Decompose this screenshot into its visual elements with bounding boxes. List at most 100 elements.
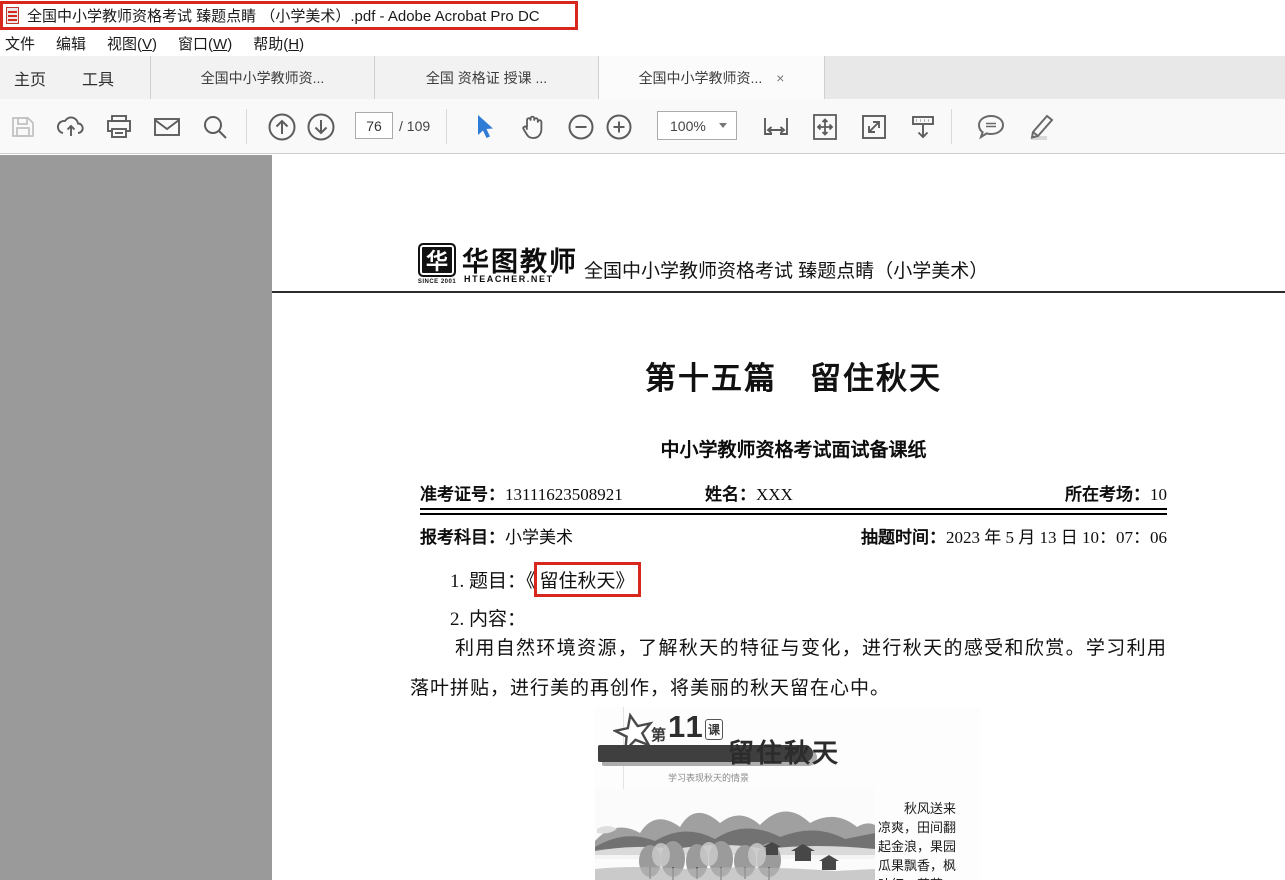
- fullscreen-icon: [860, 113, 888, 141]
- form-row-1: 准考证号：13111623508921 姓名：XXX 所在考场：10: [420, 480, 1167, 505]
- chevron-down-icon: [719, 123, 727, 128]
- zoom-level-dropdown[interactable]: 100%: [657, 111, 737, 140]
- fullscreen-button[interactable]: [855, 108, 893, 146]
- zoom-in-button[interactable]: [600, 108, 638, 146]
- email-icon: [152, 115, 182, 139]
- tab-bar: 主页 工具 全国中小学教师资... 全国 资格证 授课 ... 全国中小学教师资…: [0, 56, 1285, 99]
- search-button[interactable]: [196, 108, 234, 146]
- pdf-file-icon: [6, 7, 19, 24]
- side-text-line: 秋风送来: [878, 799, 976, 818]
- fit-page-icon: [811, 112, 839, 142]
- search-icon: [201, 113, 229, 141]
- share-button[interactable]: [52, 108, 90, 146]
- next-page-button[interactable]: [302, 108, 340, 146]
- draw-time-value: 2023 年 5 月 13 日 10：07：06: [946, 528, 1167, 547]
- main-toolbar: / 109 100%: [0, 99, 1285, 154]
- page-up-icon: [267, 112, 297, 142]
- menu-view[interactable]: 视图(V): [107, 31, 168, 56]
- zoom-out-button[interactable]: [562, 108, 600, 146]
- admission-number-value: 13111623508921: [505, 485, 623, 504]
- highlight-button[interactable]: [1021, 108, 1059, 146]
- document-viewport: 华 SINCE 2001 华图教师 HTEACHER.NET 全国中小学教师资格…: [0, 155, 1285, 880]
- fit-width-button[interactable]: [757, 108, 795, 146]
- menu-edit[interactable]: 编辑: [56, 31, 97, 56]
- document-tab-2[interactable]: 全国 资格证 授课 ...: [374, 56, 598, 99]
- menu-help[interactable]: 帮助(H): [253, 31, 315, 56]
- name-label: 姓名：: [705, 485, 756, 504]
- window-title: 全国中小学教师资格考试 臻题点睛 （小学美术）.pdf - Adobe Acro…: [27, 5, 540, 26]
- topic-highlight-box: 留住秋天》: [534, 562, 641, 597]
- ink-landscape-painting: [595, 789, 875, 880]
- paragraph-line-2: 落叶拼贴，进行美的再创作，将美丽的秋天留在心中。: [410, 673, 1167, 700]
- email-button[interactable]: [148, 108, 186, 146]
- comment-button[interactable]: [972, 108, 1010, 146]
- acrobat-window: 全国中小学教师资格考试 臻题点睛 （小学美术）.pdf - Adobe Acro…: [0, 0, 1285, 880]
- fit-width-icon: [761, 112, 791, 142]
- save-button[interactable]: [4, 108, 42, 146]
- document-subtitle: 中小学教师资格考试面试备课纸: [420, 435, 1167, 462]
- menu-file[interactable]: 文件: [5, 31, 46, 56]
- page-header-text: 全国中小学教师资格考试 臻题点睛（小学美术）: [584, 256, 988, 283]
- print-icon: [105, 114, 133, 140]
- lesson-prefix: 第: [651, 724, 666, 745]
- menu-window[interactable]: 窗口(W): [178, 31, 243, 56]
- lesson-title: 留住秋天: [728, 733, 840, 770]
- logo-since-label: SINCE 2001: [416, 279, 458, 285]
- subject-value: 小学美术: [505, 528, 573, 547]
- huatu-logo-icon: 华: [418, 243, 456, 277]
- document-tab-1[interactable]: 全国中小学教师资...: [150, 56, 374, 99]
- form-row-2: 报考科目：小学美术 抽题时间：2023 年 5 月 13 日 10：07：06: [420, 523, 1167, 548]
- item-topic: 1. 题目：《留住秋天》: [450, 562, 641, 597]
- side-text-line: 凉爽，田间翻: [878, 818, 976, 837]
- toolbar-separator: [446, 109, 447, 144]
- tab-close-icon[interactable]: ×: [776, 70, 784, 86]
- lesson-suffix: 课: [705, 719, 723, 740]
- previous-page-button[interactable]: [263, 108, 301, 146]
- zoom-out-icon: [567, 113, 595, 141]
- exam-room-value: 10: [1150, 485, 1167, 504]
- select-arrow-icon: [474, 113, 496, 141]
- side-text-line: 起金浪，果园: [878, 837, 976, 856]
- admission-number-label: 准考证号：: [420, 485, 505, 504]
- paragraph-line-1: 利用自然环境资源，了解秋天的特征与变化，进行秋天的感受和欣赏。学习利用: [410, 633, 1167, 673]
- toolbar-separator: [951, 109, 952, 144]
- tab-home[interactable]: 主页: [8, 56, 52, 99]
- hand-icon: [519, 113, 547, 141]
- lesson-number: 11: [668, 709, 705, 745]
- highlighter-icon: [1023, 112, 1057, 142]
- content-paragraph: 利用自然环境资源，了解秋天的特征与变化，进行秋天的感受和欣赏。学习利用 落叶拼贴…: [410, 633, 1167, 700]
- tab-tools[interactable]: 工具: [76, 56, 120, 99]
- hand-tool-button[interactable]: [514, 108, 552, 146]
- lesson-subtitle: 学习表现秋天的情景: [668, 771, 749, 784]
- header-rule: [272, 291, 1285, 293]
- item-content-label: 2. 内容：: [450, 604, 526, 631]
- document-tab-2-label: 全国 资格证 授课 ...: [426, 68, 547, 88]
- save-icon: [10, 114, 36, 140]
- side-text-line: 叶红，菊花: [878, 875, 976, 880]
- page-number-input[interactable]: [355, 112, 393, 139]
- scrolling-mode-icon: [909, 113, 937, 141]
- title-highlight-box: 全国中小学教师资格考试 臻题点睛 （小学美术）.pdf - Adobe Acro…: [0, 1, 578, 30]
- selection-tool-button[interactable]: [466, 108, 504, 146]
- document-tab-1-label: 全国中小学教师资...: [201, 68, 325, 88]
- side-text-line: 瓜果飘香，枫: [878, 856, 976, 875]
- logo-website: HTEACHER.NET: [464, 274, 554, 284]
- zoom-level-value: 100%: [658, 118, 719, 134]
- document-tab-3-active[interactable]: 全国中小学教师资... ×: [598, 56, 825, 99]
- item-topic-prefix: 1. 题目：《: [450, 571, 536, 592]
- comment-icon: [976, 113, 1006, 141]
- document-tab-3-label: 全国中小学教师资...: [639, 68, 763, 88]
- subject-label: 报考科目：: [420, 528, 505, 547]
- title-bar: 全国中小学教师资格考试 臻题点睛 （小学美术）.pdf - Adobe Acro…: [0, 0, 1285, 30]
- zoom-in-icon: [605, 113, 633, 141]
- fit-page-button[interactable]: [806, 108, 844, 146]
- canvas-background: [0, 155, 272, 880]
- draw-time-label: 抽题时间：: [861, 528, 946, 547]
- name-value: XXX: [756, 485, 793, 504]
- scrolling-mode-button[interactable]: [904, 108, 942, 146]
- cloud-upload-icon: [56, 113, 86, 141]
- print-button[interactable]: [100, 108, 138, 146]
- double-rule: [420, 508, 1167, 515]
- exam-room-label: 所在考场：: [1065, 485, 1150, 504]
- toolbar-separator: [246, 109, 247, 144]
